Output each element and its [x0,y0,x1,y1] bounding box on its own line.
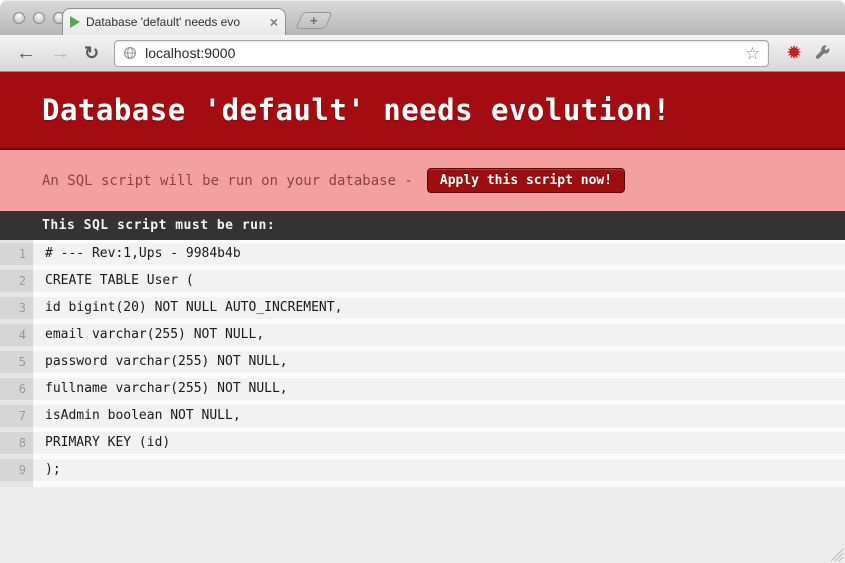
line-number: 3 [0,297,33,319]
line-number: 6 [0,378,33,400]
line-number: 2 [0,270,33,292]
line-code: CREATE TABLE User ( [33,270,845,292]
reload-button[interactable]: ↻ [84,44,99,62]
play-favicon-icon [70,16,80,28]
banner-text: An SQL script will be run on your databa… [42,173,413,189]
browser-window: Database 'default' needs evo × + ← → ↻ l… [0,0,845,563]
extension-icon[interactable]: ✹ [786,44,802,63]
script-line-row: 4 email varchar(255) NOT NULL, [0,324,845,346]
browser-tab[interactable]: Database 'default' needs evo × [62,8,286,35]
line-code: # --- Rev:1,Ups - 9984b4b [33,243,845,265]
line-number: 1 [0,243,33,265]
back-button[interactable]: ← [16,43,36,63]
script-line-row: 5 password varchar(255) NOT NULL, [0,351,845,373]
script-line-row: 3 id bigint(20) NOT NULL AUTO_INCREMENT, [0,297,845,319]
evolution-header: Database 'default' needs evolution! [0,72,845,150]
script-line-row: 9 ); [0,459,845,481]
script-line-row: 2 CREATE TABLE User ( [0,270,845,292]
line-number: 8 [0,432,33,454]
line-number: 4 [0,324,33,346]
sql-script-lines: 1 # --- Rev:1,Ups - 9984b4b 2 CREATE TAB… [0,240,845,487]
traffic-lights [13,12,65,24]
globe-icon [123,46,137,60]
tab-title: Database 'default' needs evo [86,15,266,29]
line-number: 5 [0,351,33,373]
script-line-row: 7 isAdmin boolean NOT NULL, [0,405,845,427]
browser-toolbar: ← → ↻ localhost:9000 ☆ ✹ [0,35,845,72]
resize-grip[interactable] [828,546,844,562]
script-header-label: This SQL script must be run: [42,218,275,233]
evolution-banner: An SQL script will be run on your databa… [0,150,845,211]
tab-strip: Database 'default' needs evo × + [0,0,845,35]
bookmark-star-icon[interactable]: ☆ [745,45,760,62]
line-code: PRIMARY KEY (id) [33,432,845,454]
line-code: password varchar(255) NOT NULL, [33,351,845,373]
url-text: localhost:9000 [145,45,235,61]
new-tab-button[interactable]: + [295,12,333,29]
script-line-row: 1 # --- Rev:1,Ups - 9984b4b [0,243,845,265]
page-title: Database 'default' needs evolution! [42,93,671,127]
line-code: isAdmin boolean NOT NULL, [33,405,845,427]
script-line-row: 6 fullname varchar(255) NOT NULL, [0,378,845,400]
close-window-button[interactable] [13,12,25,24]
minimize-window-button[interactable] [33,12,45,24]
address-bar[interactable]: localhost:9000 ☆ [114,40,769,67]
line-number: 7 [0,405,33,427]
plus-icon: + [310,14,318,27]
line-code: ); [33,459,845,481]
line-code: fullname varchar(255) NOT NULL, [33,378,845,400]
wrench-settings-icon[interactable] [814,45,831,62]
line-code: id bigint(20) NOT NULL AUTO_INCREMENT, [33,297,845,319]
line-code: email varchar(255) NOT NULL, [33,324,845,346]
line-number: 9 [0,459,33,481]
script-line-row: 8 PRIMARY KEY (id) [0,432,845,454]
forward-button[interactable]: → [50,43,70,63]
close-tab-icon[interactable]: × [270,15,278,29]
script-header-bar: This SQL script must be run: [0,211,845,240]
apply-script-button[interactable]: Apply this script now! [427,168,625,193]
